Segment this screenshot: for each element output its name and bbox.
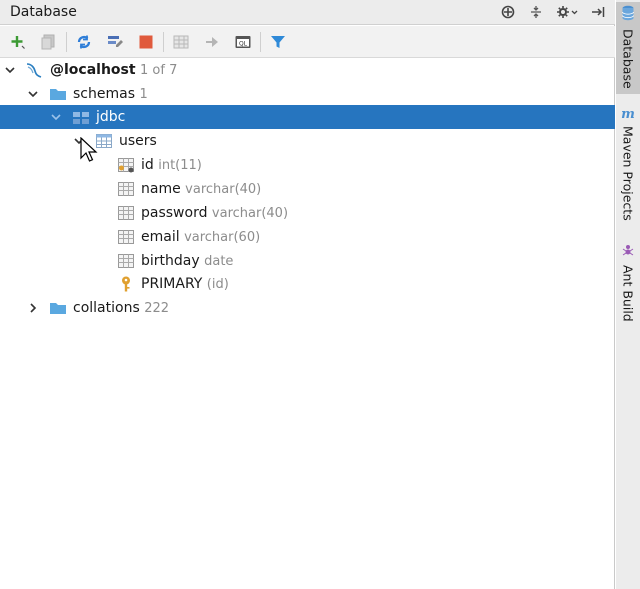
chevron-right-icon[interactable] (26, 301, 40, 315)
column-type: varchar(40) (211, 206, 289, 221)
column-name: email (141, 229, 180, 245)
ant-icon (621, 243, 635, 261)
collations-label: collations (73, 300, 140, 316)
column-name: id (141, 157, 154, 173)
host-meta: 1 of 7 (140, 63, 178, 78)
duplicate-icon[interactable] (37, 30, 61, 54)
collations-count: 222 (144, 301, 170, 316)
hide-icon[interactable] (589, 3, 607, 21)
gear-dropdown-icon[interactable] (555, 3, 579, 21)
chevron-down-icon[interactable] (26, 87, 40, 101)
panel-toolbar: QL (0, 26, 615, 58)
chevron-down-icon[interactable] (49, 110, 63, 124)
filter-icon[interactable] (266, 30, 290, 54)
tree-node-schemas[interactable]: schemas 1 (0, 82, 615, 106)
folder-icon (49, 85, 67, 103)
tree-column-row[interactable]: email varchar(60) (0, 225, 615, 249)
maven-icon: m (621, 107, 635, 122)
column-name: birthday (141, 253, 200, 269)
toolbar-separator (163, 31, 164, 52)
panel-titlebar: Database (0, 0, 615, 25)
host-name: @localhost (50, 62, 136, 78)
database-icon (621, 5, 635, 25)
column-icon (117, 180, 135, 198)
properties-icon[interactable] (103, 30, 127, 54)
users-label: users (119, 133, 157, 149)
panel-title: Database (10, 4, 77, 20)
key-icon (117, 275, 135, 293)
sidebar-tab-label: Maven Projects (620, 126, 636, 221)
jdbc-label: jdbc (96, 109, 126, 125)
sidebar-tab-label: Database (620, 29, 636, 89)
refresh-icon[interactable] (72, 30, 96, 54)
tree-node-collations[interactable]: collations 222 (0, 296, 615, 320)
toolbar-separator (66, 31, 67, 52)
key-name: PRIMARY (141, 276, 203, 292)
column-icon (117, 252, 135, 270)
mouse-cursor-icon (80, 137, 98, 162)
schemas-count: 1 (139, 87, 148, 102)
tree-column-row[interactable]: name varchar(40) (0, 177, 615, 201)
database-panel: Database QL @localhost 1 of 7 schemas 1 … (0, 0, 615, 589)
column-type: int(11) (158, 158, 202, 173)
tree-node-localhost[interactable]: @localhost 1 of 7 (0, 58, 615, 82)
column-type: varchar(60) (184, 230, 261, 245)
mysql-datasource-icon (25, 61, 43, 79)
svg-text:QL: QL (239, 40, 248, 47)
crosshair-icon[interactable] (499, 3, 517, 21)
column-icon (117, 228, 135, 246)
tool-window-strip: Database m Maven Projects Ant Build (616, 0, 640, 589)
chevron-down-icon[interactable] (3, 63, 17, 77)
sidebar-tab-label: Ant Build (620, 265, 636, 322)
tree-node-primary-key[interactable]: PRIMARY (id) (0, 272, 615, 296)
folder-icon (49, 299, 67, 317)
stop-icon[interactable] (134, 30, 158, 54)
column-type: date (204, 254, 234, 269)
column-type: varchar(40) (185, 182, 262, 197)
key-columns: (id) (206, 277, 229, 292)
toolbar-separator (260, 31, 261, 52)
tree-column-row[interactable]: birthday date (0, 249, 615, 273)
tree-column-row[interactable]: password varchar(40) (0, 201, 615, 225)
sidebar-tab-maven-projects[interactable]: m Maven Projects (616, 104, 640, 234)
sidebar-tab-ant-build[interactable]: Ant Build (616, 240, 640, 330)
add-icon[interactable] (6, 30, 30, 54)
table-editor-icon[interactable] (169, 30, 193, 54)
sidebar-tab-database[interactable]: Database (616, 2, 640, 94)
primary-key-column-icon (117, 156, 135, 174)
tree-node-jdbc[interactable]: jdbc (0, 105, 615, 129)
collapse-icon[interactable] (527, 3, 545, 21)
schema-icon (72, 108, 90, 126)
jump-icon[interactable] (200, 30, 224, 54)
column-icon (117, 204, 135, 222)
schemas-label: schemas (73, 86, 135, 102)
column-name: name (141, 181, 181, 197)
column-name: password (141, 205, 208, 221)
console-icon[interactable]: QL (231, 30, 255, 54)
